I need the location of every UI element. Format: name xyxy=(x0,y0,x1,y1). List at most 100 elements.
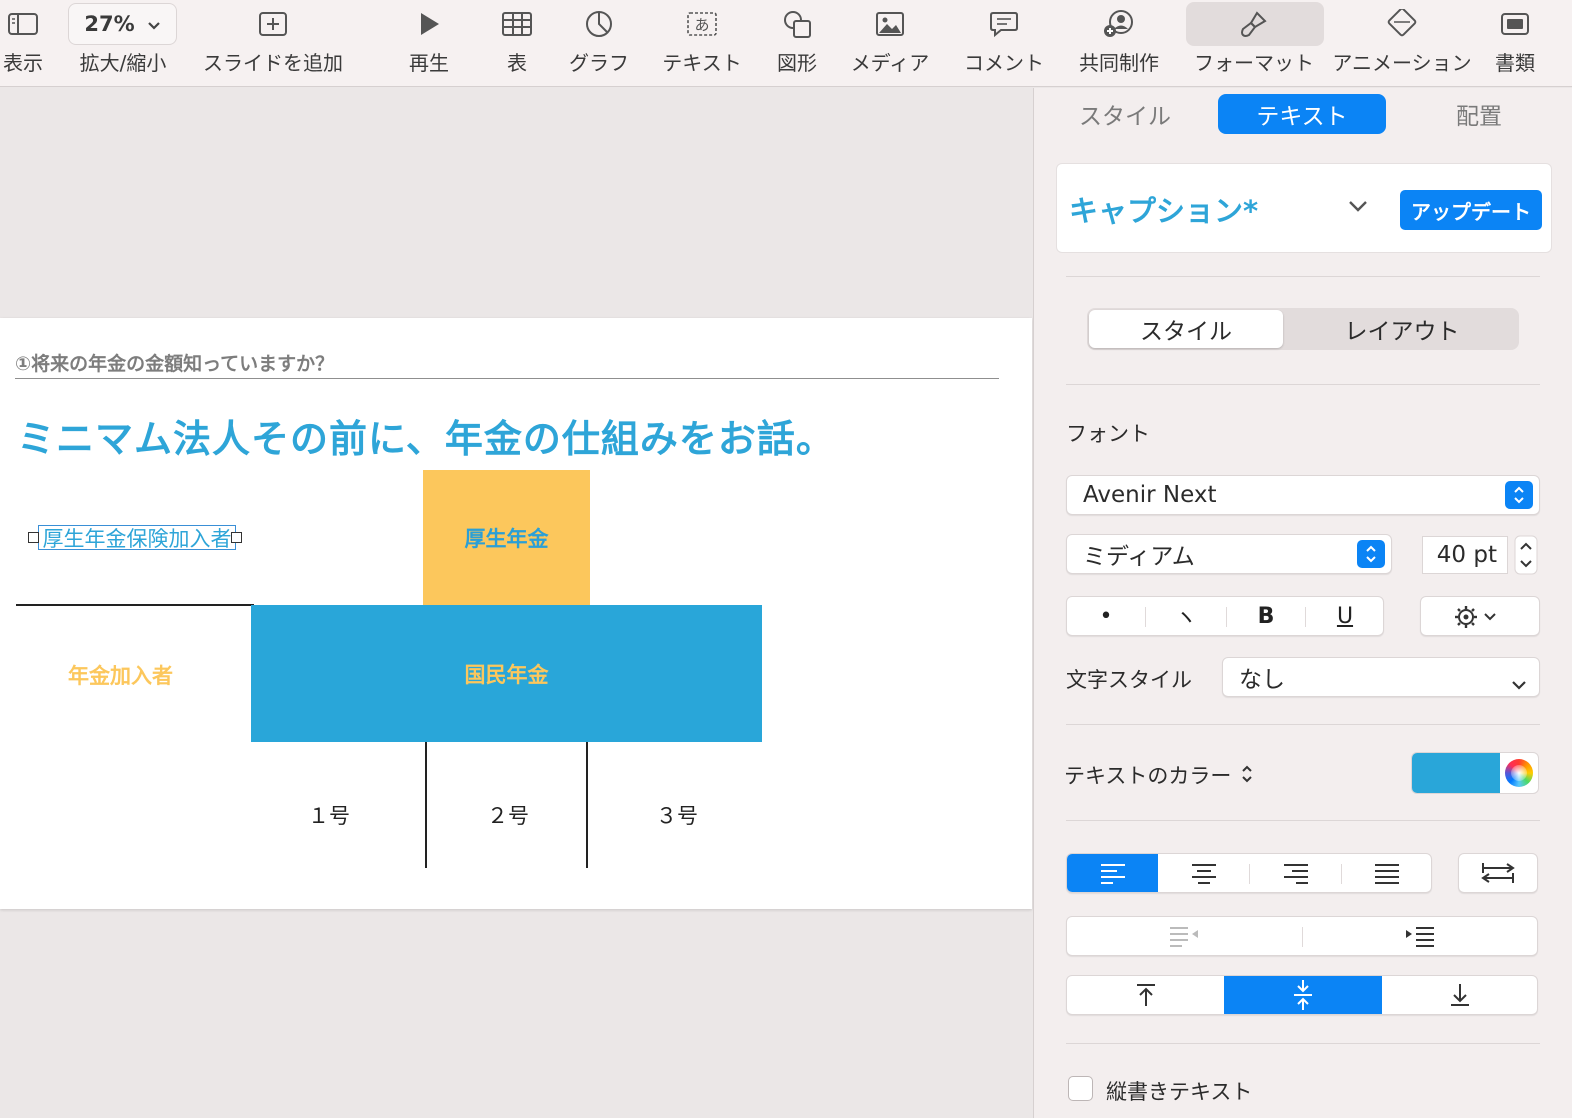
align-right-button[interactable] xyxy=(1250,854,1341,892)
align-middle-button[interactable] xyxy=(1224,976,1382,1014)
animate-button[interactable]: アニメーション xyxy=(1330,0,1474,87)
italic-button[interactable]: ヽ xyxy=(1146,597,1226,635)
align-center-icon xyxy=(1192,864,1216,884)
align-justify-button[interactable] xyxy=(1342,854,1432,892)
text-label: テキスト xyxy=(662,51,742,75)
kosei-nenkin-text: 厚生年金 xyxy=(464,527,549,551)
selection-handle-left[interactable] xyxy=(28,532,39,543)
align-left-button[interactable] xyxy=(1067,854,1158,892)
paragraph-style-name: キャプション* xyxy=(1069,194,1259,228)
font-heading: フォント xyxy=(1066,422,1150,446)
category-2-label[interactable]: ２号 xyxy=(487,800,529,830)
kokumin-nenkin-text: 国民年金 xyxy=(464,662,549,687)
divider-line-2[interactable] xyxy=(586,742,588,868)
color-wheel-icon[interactable] xyxy=(1505,759,1533,787)
shape-label: 図形 xyxy=(777,51,817,75)
decrease-indent-button[interactable] xyxy=(1067,917,1301,955)
tab-style[interactable]: スタイル xyxy=(1062,94,1188,134)
chevron-down-icon[interactable] xyxy=(1347,198,1369,217)
vertical-text-label[interactable]: 縦書きテキスト xyxy=(1106,1076,1252,1106)
category-3-label[interactable]: ３号 xyxy=(656,800,698,830)
animate-icon xyxy=(1382,0,1422,48)
table-button[interactable]: 表 xyxy=(496,0,538,87)
font-weight-popup[interactable]: ミディアム xyxy=(1066,534,1392,574)
bold-button[interactable]: B xyxy=(1227,597,1305,635)
separator xyxy=(1066,1043,1540,1044)
shape-button[interactable]: 図形 xyxy=(774,0,820,87)
text-color-label-text: テキストのカラー xyxy=(1064,764,1232,788)
paragraph-style-card[interactable]: キャプション* アップデート xyxy=(1056,163,1552,253)
decrease-indent-icon xyxy=(1170,927,1198,947)
baseline-left[interactable] xyxy=(16,604,254,606)
animate-label: アニメーション xyxy=(1332,51,1472,75)
collaborate-label: 共同制作 xyxy=(1079,51,1159,75)
chart-label: グラフ xyxy=(569,51,629,75)
seg-style[interactable]: スタイル xyxy=(1089,310,1283,348)
document-label: 書類 xyxy=(1495,51,1535,75)
paintbrush-icon xyxy=(1239,0,1269,48)
add-slide-label: スライドを追加 xyxy=(203,51,343,75)
underline-button[interactable]: U xyxy=(1306,597,1384,635)
text-direction-icon xyxy=(1481,863,1515,883)
alignment-buttons xyxy=(1066,853,1432,893)
play-label: 再生 xyxy=(409,51,449,75)
text-direction-button[interactable] xyxy=(1458,853,1538,893)
add-slide-button[interactable]: スライドを追加 xyxy=(200,0,346,87)
seg-layout[interactable]: レイアウト xyxy=(1287,310,1517,348)
separator xyxy=(1066,820,1540,821)
vertical-text-checkbox[interactable] xyxy=(1068,1076,1093,1101)
tab-arrange[interactable]: 配置 xyxy=(1424,94,1534,134)
char-style-popup[interactable]: なし xyxy=(1222,657,1540,697)
align-center-button[interactable] xyxy=(1159,854,1249,892)
text-style-buttons: • ヽ B U xyxy=(1066,596,1384,636)
increase-indent-button[interactable] xyxy=(1303,917,1537,955)
align-justify-icon xyxy=(1375,864,1399,884)
zoom-label: 拡大/縮小 xyxy=(79,51,167,75)
font-family-value: Avenir Next xyxy=(1083,482,1217,508)
media-button[interactable]: メディア xyxy=(846,0,934,87)
text-options-button[interactable] xyxy=(1420,596,1540,636)
chart-button[interactable]: グラフ xyxy=(566,0,632,87)
comment-label: コメント xyxy=(964,51,1044,75)
font-weight-value: ミディアム xyxy=(1083,544,1195,570)
text-button[interactable]: あ テキスト xyxy=(660,0,744,87)
play-icon xyxy=(417,0,441,48)
text-color-swatch[interactable] xyxy=(1412,753,1500,793)
align-top-button[interactable] xyxy=(1067,976,1224,1014)
collaborate-button[interactable]: 共同制作 xyxy=(1076,0,1162,87)
update-style-button[interactable]: アップデート xyxy=(1400,190,1542,230)
vertical-align-buttons xyxy=(1066,975,1538,1015)
bullet-button[interactable]: • xyxy=(1067,597,1145,635)
align-bottom-button[interactable] xyxy=(1382,976,1538,1014)
slide-title[interactable]: ミニマム法人その前に、年金の仕組みをお話。 xyxy=(17,408,835,463)
divider-line-1[interactable] xyxy=(425,742,427,868)
align-left-icon xyxy=(1100,864,1125,884)
up-down-chevron-icon xyxy=(1505,481,1533,509)
comment-button[interactable]: コメント xyxy=(962,0,1046,87)
slide-subtitle[interactable]: ①将来の年金の金額知っていますか？ xyxy=(15,349,334,376)
format-label: フォーマット xyxy=(1194,51,1314,75)
font-size-field[interactable]: 40 pt xyxy=(1422,536,1508,574)
text-color-well[interactable] xyxy=(1411,752,1539,794)
selected-text-box[interactable]: 厚生年金保険加入者 xyxy=(38,525,236,551)
align-top-icon xyxy=(1136,984,1155,1006)
add-slide-icon xyxy=(258,0,288,48)
format-button[interactable]: フォーマット xyxy=(1192,0,1316,87)
kokumin-nenkin-box[interactable]: 国民年金 xyxy=(251,605,762,742)
kosei-nenkin-box[interactable]: 厚生年金 xyxy=(423,470,590,606)
zoom-button[interactable]: 拡大/縮小 xyxy=(70,0,176,87)
nenkin-kanyusha-label[interactable]: 年金加入者 xyxy=(68,660,173,690)
text-color-label[interactable]: テキストのカラー xyxy=(1064,760,1254,790)
document-button[interactable]: 書類 xyxy=(1492,0,1538,87)
tab-text[interactable]: テキスト xyxy=(1218,94,1386,134)
font-family-popup[interactable]: Avenir Next xyxy=(1066,475,1540,515)
sidebar-icon xyxy=(8,0,38,48)
category-1-label[interactable]: １号 xyxy=(308,800,350,830)
slide-divider xyxy=(15,378,999,379)
view-label: 表示 xyxy=(3,51,43,75)
view-button[interactable]: 表示 xyxy=(0,0,46,87)
font-size-stepper[interactable] xyxy=(1514,535,1538,575)
play-button[interactable]: 再生 xyxy=(402,0,456,87)
comment-icon xyxy=(989,0,1019,48)
selection-handle-right[interactable] xyxy=(231,532,242,543)
